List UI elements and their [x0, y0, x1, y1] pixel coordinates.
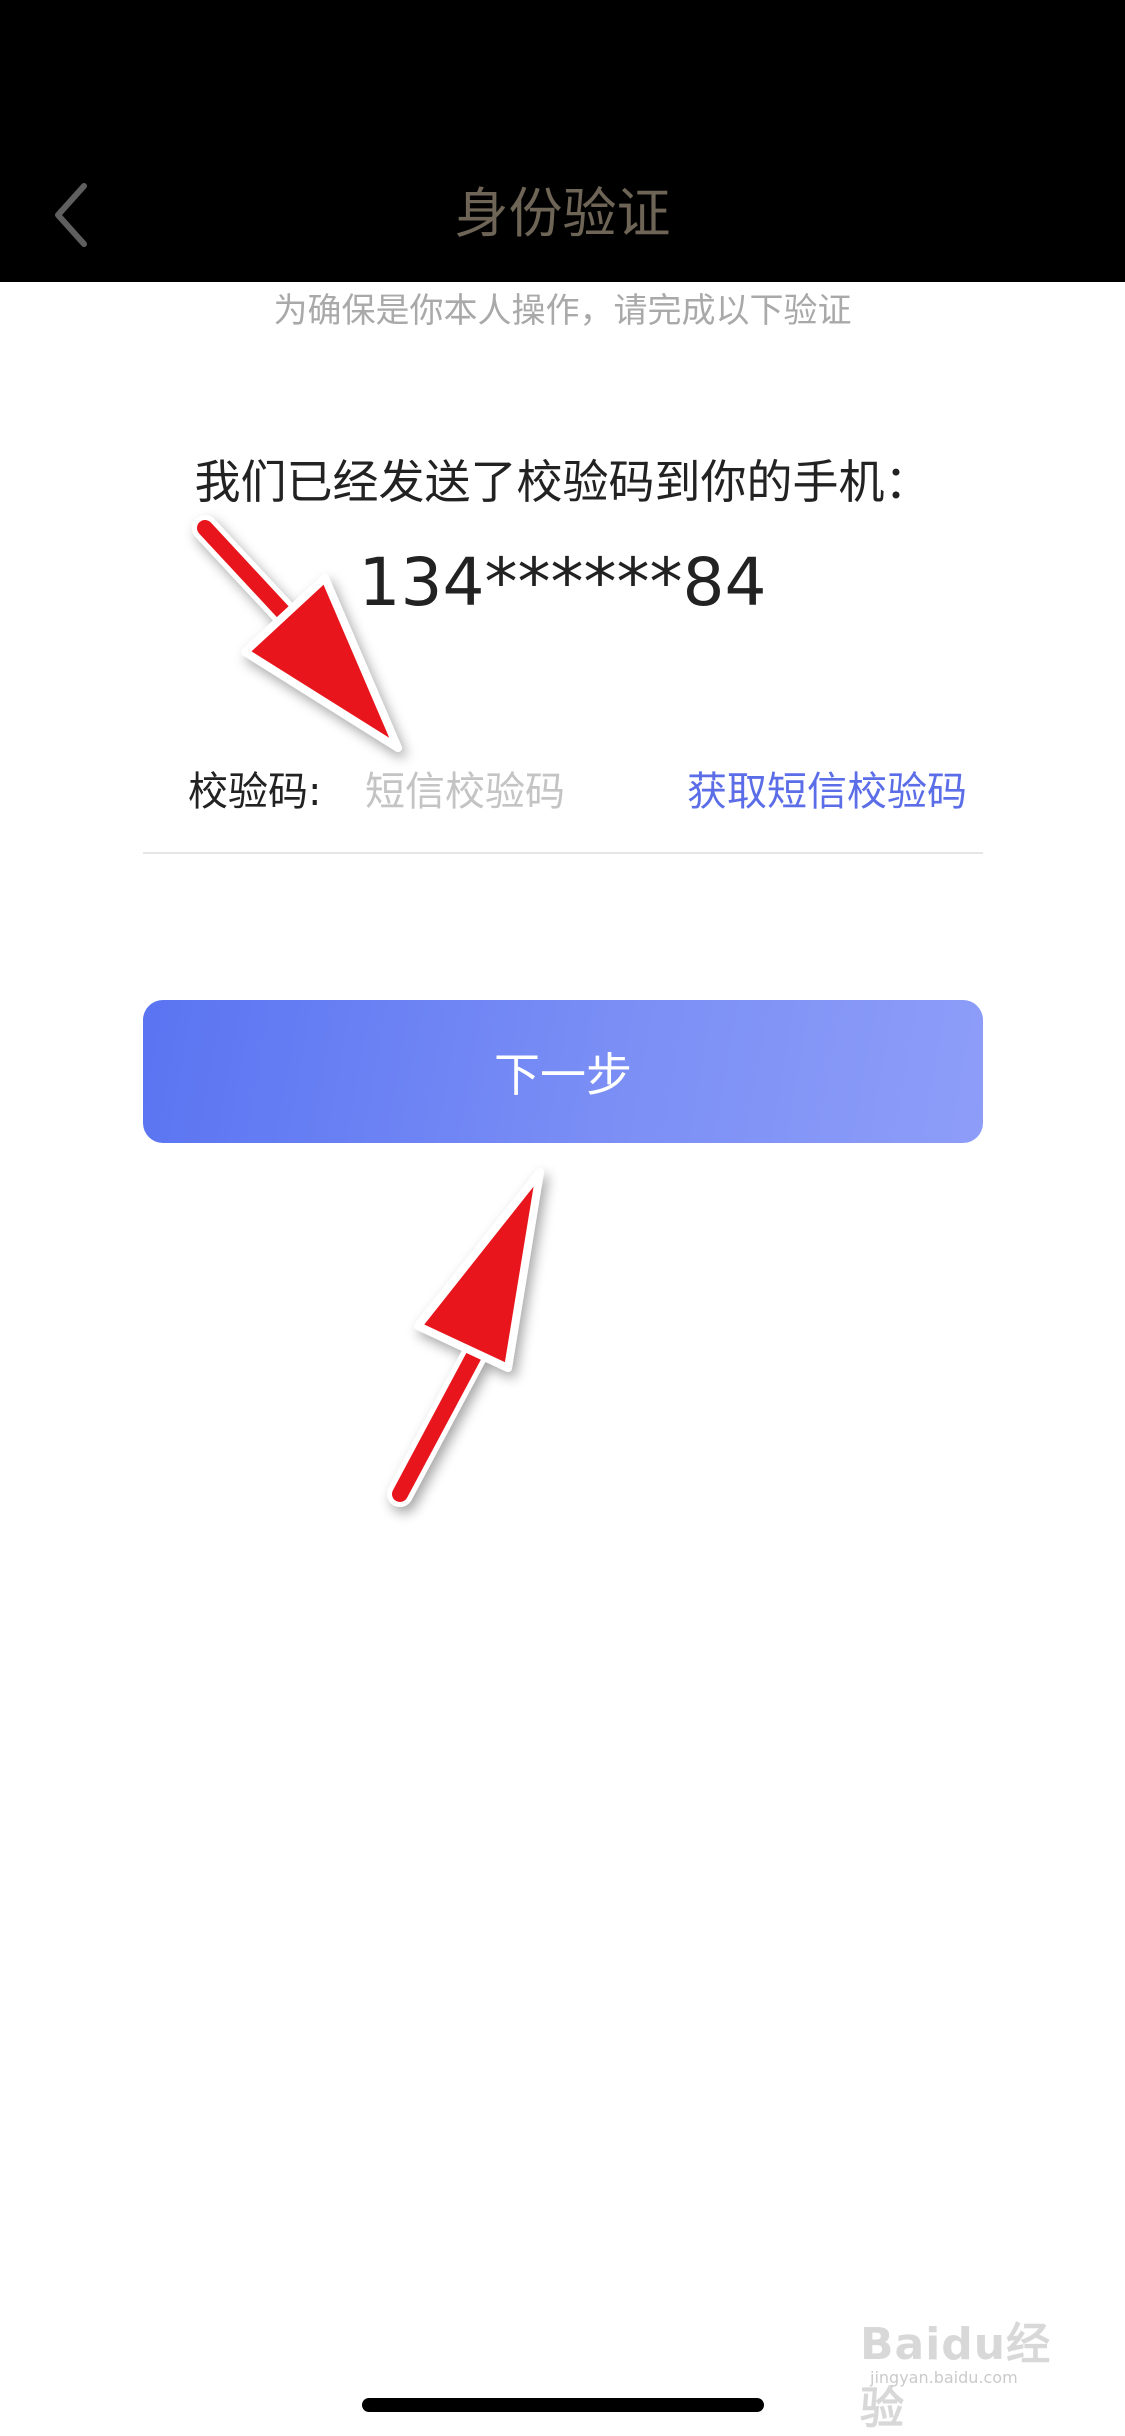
get-sms-code-button[interactable]: 获取短信校验码	[687, 762, 967, 822]
red-arrow-icon	[192, 515, 544, 1507]
input-divider	[143, 852, 983, 854]
verification-subtitle: 为确保是你本人操作，请完成以下验证	[273, 291, 852, 331]
navigation-bar: 身份验证	[0, 0, 1125, 282]
sms-code-input[interactable]	[365, 758, 645, 826]
masked-phone-number: 134******84	[358, 544, 767, 621]
verification-code-row: 校验码: 获取短信校验码	[143, 752, 983, 832]
watermark-url: jingyan.baidu.com	[870, 2368, 1018, 2387]
page-title: 身份验证	[454, 182, 671, 245]
code-sent-message: 我们已经发送了校验码到你的手机：	[194, 455, 931, 509]
home-indicator[interactable]	[362, 2398, 764, 2412]
next-step-button[interactable]: 下一步	[143, 1000, 983, 1143]
baidu-jingyan-watermark: Baidu经验 jingyan.baidu.com	[860, 2300, 1080, 2434]
code-field-label: 校验码:	[188, 769, 322, 815]
